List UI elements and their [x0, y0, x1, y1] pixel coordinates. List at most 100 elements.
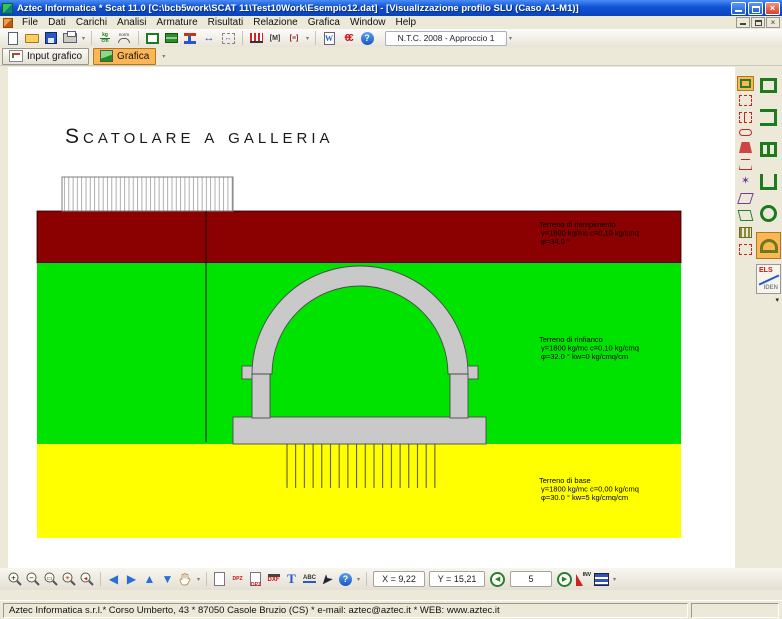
menu-armature[interactable]: Armature: [152, 17, 203, 28]
minimize-button[interactable]: [731, 2, 746, 15]
tabs-overflow-arrow[interactable]: ▾: [162, 53, 165, 60]
menu-help[interactable]: Help: [391, 17, 422, 28]
pan-hand-button[interactable]: [177, 570, 194, 588]
preview-page-icon: [214, 572, 225, 586]
toolbar-separator: [91, 31, 92, 45]
subtype-skewed-box-button[interactable]: [738, 210, 754, 221]
menu-file[interactable]: File: [17, 17, 43, 28]
subtype-trapezoid-outline-button[interactable]: [739, 159, 752, 170]
tab-grafica[interactable]: Grafica: [93, 48, 156, 65]
svg-text:✳: ✳: [64, 575, 69, 582]
subtype-pipe-button[interactable]: [739, 129, 752, 136]
text-tool-button[interactable]: T: [283, 570, 300, 588]
span-arrow-button[interactable]: ↔: [200, 30, 218, 46]
subtype-trapezoid-button[interactable]: [739, 142, 752, 153]
pan-down-button[interactable]: ▼: [159, 570, 176, 588]
menu-window[interactable]: Window: [345, 17, 391, 28]
toolbar-overflow-arrow[interactable]: ▾: [509, 35, 512, 42]
zoom-extents-button[interactable]: ✳: [60, 570, 77, 588]
toolbar-overflow-arrow[interactable]: ▾: [197, 576, 200, 583]
subtype-dashed-rect2-button[interactable]: [739, 244, 752, 255]
load-diagram-button[interactable]: [247, 30, 265, 46]
pan-right-button[interactable]: ▶: [123, 570, 140, 588]
normative-combobox[interactable]: N.T.C. 2008 - Approccio 1: [385, 31, 507, 46]
open-top-box-icon: [760, 174, 777, 190]
toolbar-overflow-arrow[interactable]: ▾: [613, 576, 616, 583]
invert-colors-button[interactable]: INV: [575, 570, 592, 588]
export-word-button[interactable]: W: [320, 30, 338, 46]
toolbar-separator: [315, 31, 316, 45]
menu-dati[interactable]: Dati: [43, 17, 71, 28]
open-folder-icon: [25, 34, 39, 43]
y-coordinate-readout: Y = 15,21: [429, 571, 485, 587]
normative-button[interactable]: norm: [115, 30, 133, 46]
drawing-board-icon: [9, 50, 23, 62]
materials-button[interactable]: [162, 30, 180, 46]
subtype-grid-box-button[interactable]: [739, 227, 752, 238]
type-closed-box-button[interactable]: [756, 72, 781, 99]
menu-grafica[interactable]: Grafica: [303, 17, 345, 28]
export-dpz-button[interactable]: DPZ: [229, 570, 246, 588]
mdi-minimize-button[interactable]: [736, 17, 750, 28]
zoom-window-button[interactable]: ▭: [42, 570, 59, 588]
save-dpz-button[interactable]: DPZ: [247, 570, 264, 588]
mdi-restore-button[interactable]: [751, 17, 765, 28]
zoom-in-button[interactable]: +: [6, 570, 23, 588]
units-button[interactable]: kg cm: [96, 30, 114, 46]
computo-euro-button[interactable]: €€: [339, 30, 357, 46]
layers-button[interactable]: [593, 570, 610, 588]
subtype-rect-selected-button[interactable]: [737, 76, 754, 91]
pointer-tool-button[interactable]: [319, 570, 336, 588]
tab-input-grafico-label: Input grafico: [27, 51, 82, 62]
close-button[interactable]: ×: [765, 2, 780, 15]
new-file-button[interactable]: [4, 30, 22, 46]
normative-icon: norm: [118, 33, 130, 43]
view-number-field[interactable]: 5: [510, 571, 552, 587]
normative-arch-glyph: [118, 38, 130, 43]
help-button[interactable]: ?: [358, 30, 376, 46]
zoom-previous-button[interactable]: ◂: [78, 570, 95, 588]
menu-carichi[interactable]: Carichi: [71, 17, 112, 28]
subtype-dashed-rect-button[interactable]: [739, 95, 752, 106]
zoom-out-icon: −: [25, 571, 41, 587]
save-file-button[interactable]: [42, 30, 60, 46]
zoom-out-button[interactable]: −: [24, 570, 41, 588]
subtype-dashed-grid-button[interactable]: [739, 112, 752, 123]
pan-up-button[interactable]: ▲: [141, 570, 158, 588]
geometry-frame-button[interactable]: [143, 30, 161, 46]
mdi-close-button[interactable]: ×: [766, 17, 780, 28]
pan-left-button[interactable]: ◀: [105, 570, 122, 588]
open-file-button[interactable]: [23, 30, 41, 46]
els-iden-button[interactable]: ELS IDEN: [756, 264, 781, 294]
toolbar-overflow-arrow[interactable]: ▾: [357, 576, 360, 583]
toolbar-overflow-arrow[interactable]: ▾: [306, 35, 309, 42]
menu-risultati[interactable]: Risultati: [203, 17, 249, 28]
type-circular-button[interactable]: [756, 200, 781, 227]
stress-diagram-icon: [≡]: [290, 35, 299, 42]
type-gallery-arch-button[interactable]: [756, 232, 781, 259]
move-node-button[interactable]: ↔: [219, 30, 237, 46]
print-button[interactable]: [61, 30, 79, 46]
dashed-box-arrow-icon: ↔: [222, 33, 235, 44]
subtype-star-button[interactable]: ✶: [739, 176, 752, 187]
stress-diagram-button[interactable]: [≡]: [285, 30, 303, 46]
type-open-left-button[interactable]: [756, 104, 781, 131]
menu-relazione[interactable]: Relazione: [248, 17, 302, 28]
moment-diagram-button[interactable]: [M]: [266, 30, 284, 46]
font-tool-button[interactable]: ABC: [301, 570, 318, 588]
export-dxf-button[interactable]: DXF: [265, 570, 282, 588]
tab-input-grafico[interactable]: Input grafico: [2, 48, 89, 65]
print-preview-button[interactable]: [211, 570, 228, 588]
panel-more-arrow[interactable]: ▾: [775, 296, 779, 304]
restore-button[interactable]: [748, 2, 763, 15]
type-open-top-button[interactable]: [756, 168, 781, 195]
drawing-canvas[interactable]: Scatolare a galleria Terren: [8, 67, 735, 568]
section-column-button[interactable]: [181, 30, 199, 46]
menu-analisi[interactable]: Analisi: [112, 17, 151, 28]
next-view-button[interactable]: ▶: [557, 572, 572, 587]
previous-view-button[interactable]: ◀: [490, 572, 505, 587]
type-multicell-button[interactable]: [756, 136, 781, 163]
toolbar-overflow-arrow[interactable]: ▾: [82, 35, 85, 42]
help-bottom-button[interactable]: ?: [337, 570, 354, 588]
subtype-parallelogram-button[interactable]: [737, 193, 754, 204]
